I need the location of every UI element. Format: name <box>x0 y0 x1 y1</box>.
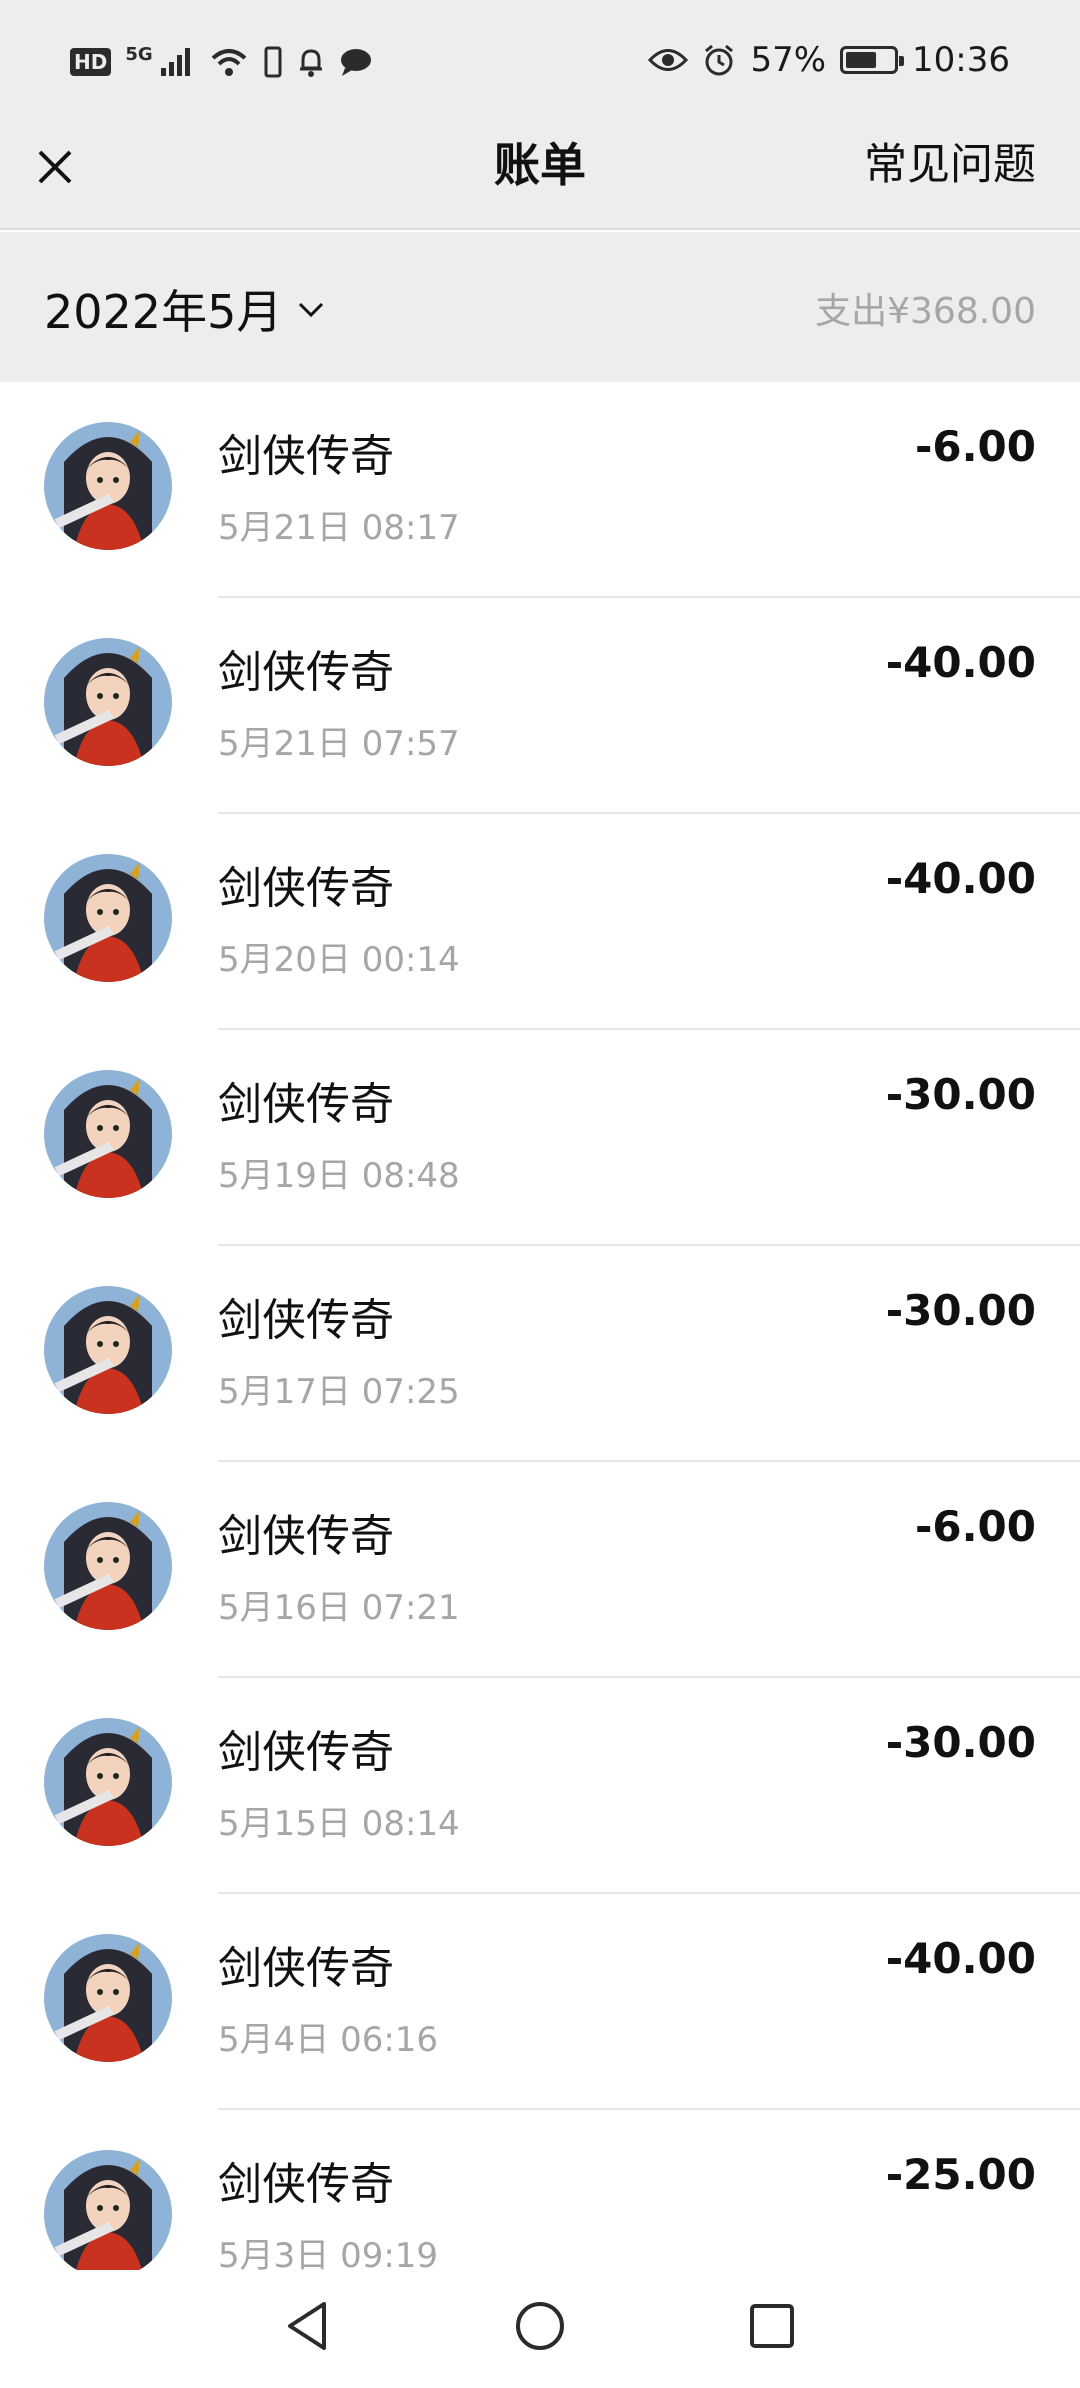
merchant-name: 剑侠传奇 <box>218 2159 394 2210</box>
month-filter-bar: 2022年5月 支出¥368.00 <box>0 232 1080 382</box>
back-icon[interactable] <box>276 2294 340 2358</box>
clock: 10:36 <box>912 40 1010 80</box>
battery-percent: 57% <box>750 40 827 80</box>
phone-icon <box>264 46 282 78</box>
transaction-row[interactable]: 剑侠传奇 5月15日 08:14 -30.00 <box>0 1678 1080 1894</box>
eye-icon <box>648 49 689 71</box>
merchant-avatar <box>44 1934 172 2062</box>
transaction-time: 5月21日 07:57 <box>218 724 460 764</box>
signal-icon <box>160 48 190 76</box>
transaction-row[interactable]: 剑侠传奇 5月21日 08:17 -6.00 <box>0 382 1080 598</box>
transaction-row[interactable]: 剑侠传奇 5月4日 06:16 -40.00 <box>0 1894 1080 2110</box>
system-nav-bar <box>0 2270 1080 2388</box>
expense-summary: 支出¥368.00 <box>815 291 1036 332</box>
recents-icon[interactable] <box>740 2294 804 2358</box>
transaction-amount: -6.00 <box>914 422 1036 471</box>
merchant-name: 剑侠传奇 <box>218 431 394 482</box>
transaction-time: 5月17日 07:25 <box>218 1372 460 1412</box>
hd-icon: HD <box>70 48 112 76</box>
transaction-time: 5月19日 08:48 <box>218 1156 460 1196</box>
transaction-amount: -40.00 <box>885 1934 1036 1983</box>
status-icons-right: 57% 10:36 <box>648 40 1010 80</box>
merchant-avatar <box>44 2150 172 2278</box>
transaction-row[interactable]: 剑侠传奇 5月17日 07:25 -30.00 <box>0 1246 1080 1462</box>
network-type: 5G <box>125 43 153 65</box>
transaction-row[interactable]: 剑侠传奇 5月16日 07:21 -6.00 <box>0 1462 1080 1678</box>
home-icon[interactable] <box>508 2294 572 2358</box>
merchant-avatar <box>44 422 172 550</box>
battery-icon <box>840 46 905 74</box>
transaction-amount: -25.00 <box>885 2150 1036 2199</box>
transaction-amount: -30.00 <box>885 1286 1036 1335</box>
app-header: 账单 常见问题 <box>0 130 1080 230</box>
transaction-row[interactable]: 剑侠传奇 5月20日 00:14 -40.00 <box>0 814 1080 1030</box>
transaction-amount: -30.00 <box>885 1070 1036 1119</box>
merchant-name: 剑侠传奇 <box>218 1727 394 1778</box>
merchant-name: 剑侠传奇 <box>218 647 394 698</box>
transaction-row[interactable]: 剑侠传奇 5月21日 07:57 -40.00 <box>0 598 1080 814</box>
merchant-name: 剑侠传奇 <box>218 863 394 914</box>
status-icons-left: HD 5G <box>70 43 373 78</box>
message-icon <box>340 49 371 76</box>
transaction-time: 5月21日 08:17 <box>218 508 460 548</box>
alarm-icon <box>705 44 734 76</box>
merchant-name: 剑侠传奇 <box>218 1511 394 1562</box>
transaction-time: 5月20日 00:14 <box>218 940 460 980</box>
month-selector[interactable]: 2022年5月 <box>44 276 328 342</box>
transaction-amount: -40.00 <box>885 854 1036 903</box>
transaction-time: 5月16日 07:21 <box>218 1588 460 1628</box>
transaction-amount: -6.00 <box>914 1502 1036 1551</box>
merchant-avatar <box>44 638 172 766</box>
battery-fill <box>846 52 876 68</box>
wifi-icon <box>211 49 246 76</box>
faq-link[interactable]: 常见问题 <box>864 130 1036 200</box>
transaction-row[interactable]: 剑侠传奇 5月19日 08:48 -30.00 <box>0 1030 1080 1246</box>
transaction-time: 5月15日 08:14 <box>218 1804 460 1844</box>
merchant-avatar <box>44 1718 172 1846</box>
transaction-list: 剑侠传奇 5月21日 08:17 -6.00 剑侠传奇 5月21日 07:57 -40.0… <box>0 382 1080 2326</box>
merchant-name: 剑侠传奇 <box>218 1943 394 1994</box>
month-label: 2022年5月 <box>44 285 283 339</box>
status-bar: HD 5G 57% 10:36 <box>0 0 1080 130</box>
transaction-time: 5月4日 06:16 <box>218 2020 439 2060</box>
chevron-down-icon <box>299 302 324 318</box>
merchant-avatar <box>44 1502 172 1630</box>
bell-icon <box>299 49 322 77</box>
transaction-amount: -30.00 <box>885 1718 1036 1767</box>
merchant-name: 剑侠传奇 <box>218 1295 394 1346</box>
merchant-name: 剑侠传奇 <box>218 1079 394 1130</box>
merchant-avatar <box>44 1286 172 1414</box>
transaction-amount: -40.00 <box>885 638 1036 687</box>
merchant-avatar <box>44 1070 172 1198</box>
merchant-avatar <box>44 854 172 982</box>
